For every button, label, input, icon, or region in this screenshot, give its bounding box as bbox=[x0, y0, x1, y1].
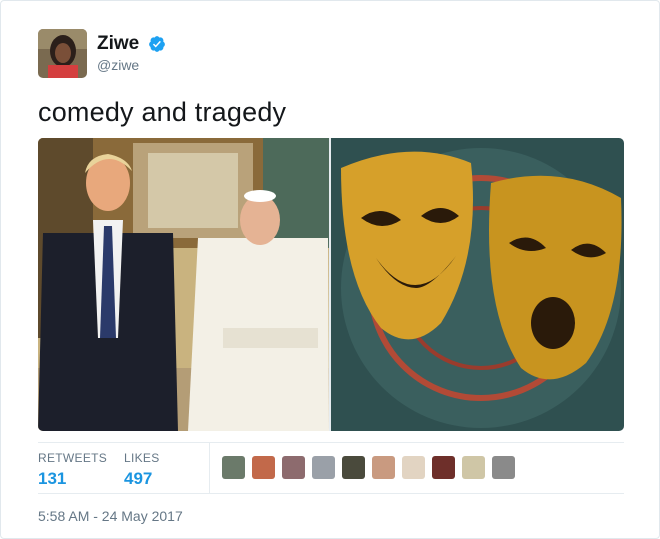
liker-avatar[interactable] bbox=[312, 456, 335, 479]
liker-avatar[interactable] bbox=[432, 456, 455, 479]
retweets-count: 131 bbox=[38, 469, 67, 488]
liker-avatars bbox=[222, 456, 522, 480]
liker-avatar[interactable] bbox=[222, 456, 245, 479]
liker-avatar[interactable] bbox=[462, 456, 485, 479]
verified-badge-icon bbox=[148, 36, 165, 52]
liker-avatar[interactable] bbox=[252, 456, 275, 479]
tweet-media[interactable] bbox=[38, 138, 624, 431]
tweet-stats: RETWEETS 131 LIKES 497 bbox=[38, 442, 624, 494]
retweets-label: RETWEETS bbox=[38, 451, 108, 465]
liker-avatar[interactable] bbox=[402, 456, 425, 479]
media-image-right[interactable] bbox=[331, 138, 624, 431]
tweet-text: comedy and tragedy bbox=[38, 97, 287, 127]
display-name[interactable]: Ziwe bbox=[97, 33, 139, 54]
media-image-left[interactable] bbox=[38, 138, 329, 431]
liker-avatar[interactable] bbox=[282, 456, 305, 479]
photo-theatre-masks-icon bbox=[331, 138, 624, 431]
liker-avatar[interactable] bbox=[492, 456, 515, 479]
stats-divider bbox=[209, 443, 210, 493]
retweets-stat[interactable]: RETWEETS 131 bbox=[38, 451, 107, 489]
avatar-image bbox=[38, 29, 87, 78]
likes-count: 497 bbox=[124, 469, 153, 488]
liker-avatar[interactable] bbox=[372, 456, 395, 479]
likes-stat[interactable]: LIKES 497 bbox=[124, 451, 160, 489]
name-row: Ziwe bbox=[97, 33, 166, 55]
user-handle[interactable]: @ziwe bbox=[97, 57, 139, 73]
tweet-timestamp[interactable]: 5:58 AM - 24 May 2017 bbox=[38, 508, 183, 524]
user-avatar[interactable] bbox=[38, 29, 87, 78]
photo-two-men-icon bbox=[38, 138, 329, 431]
tweet-card: Ziwe @ziwe comedy and tragedy RETWEETS 1… bbox=[0, 0, 660, 539]
likes-label: LIKES bbox=[124, 451, 160, 465]
liker-avatar[interactable] bbox=[342, 456, 365, 479]
